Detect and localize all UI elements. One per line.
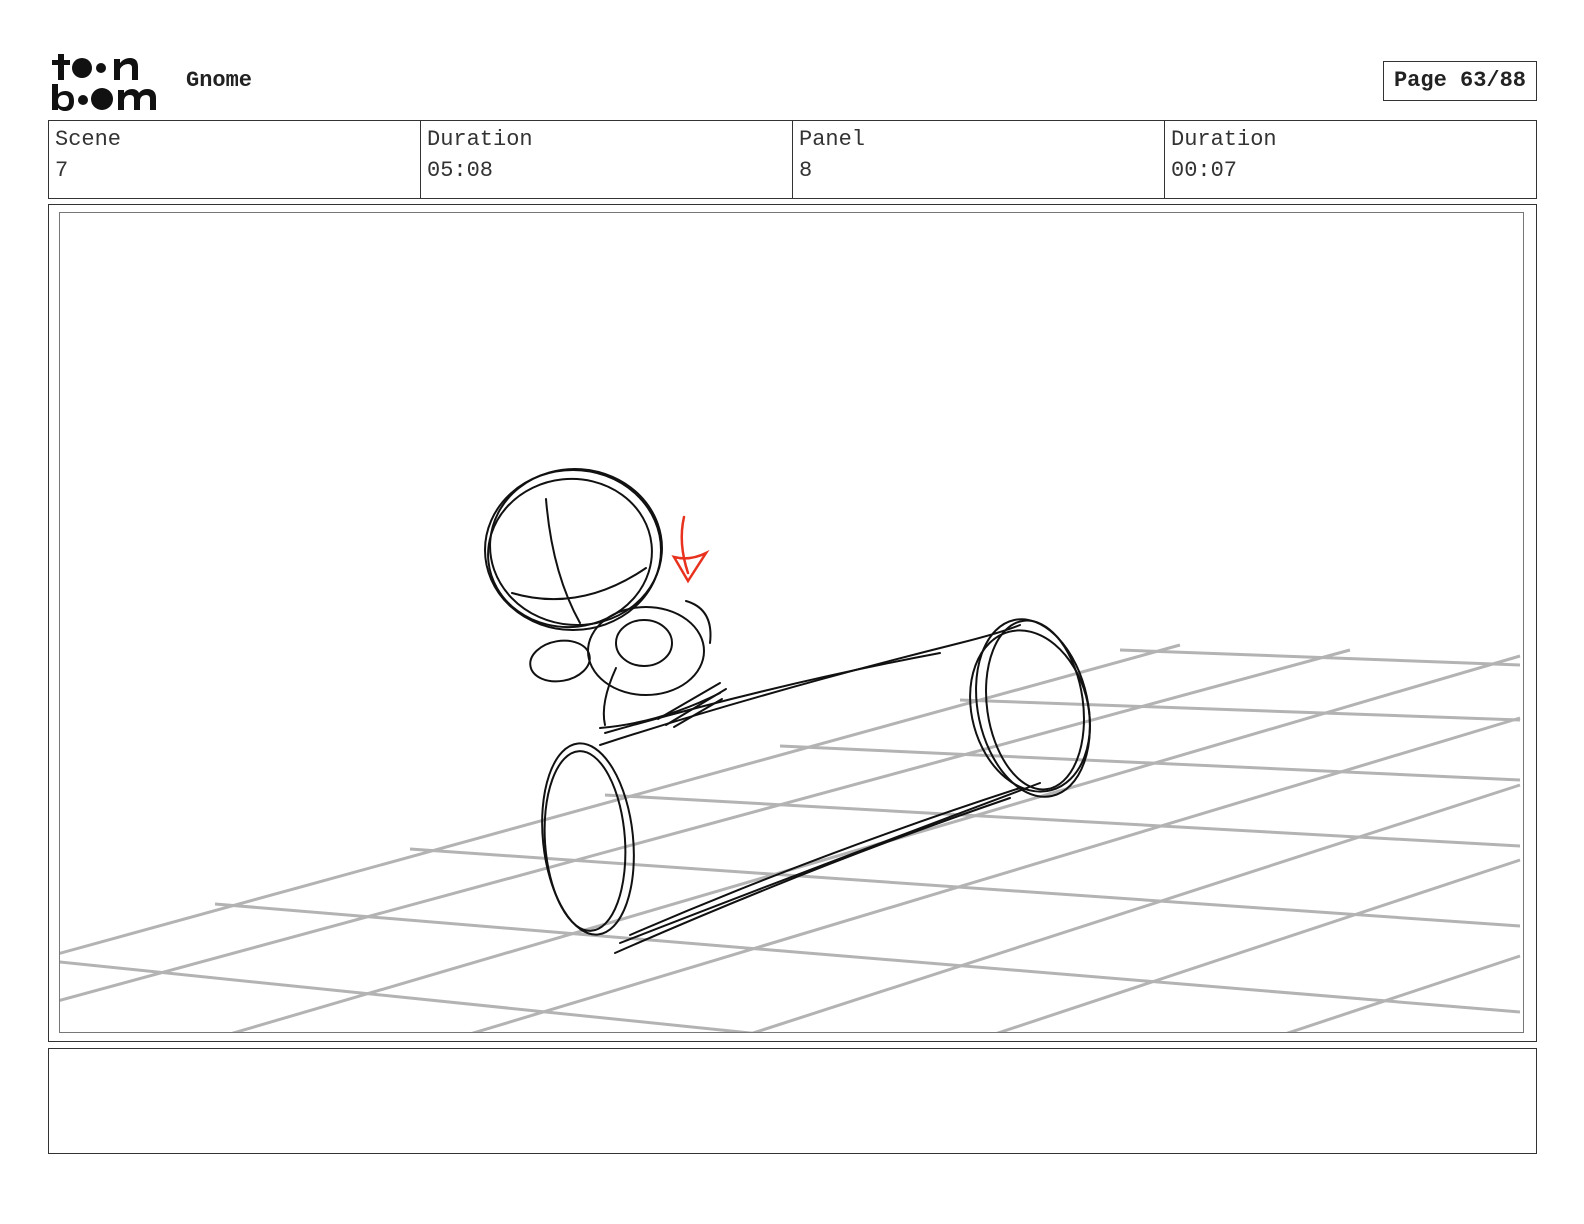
scene-duration-value: 05:08 bbox=[427, 158, 494, 183]
storyboard-panel-frame bbox=[48, 204, 1537, 1042]
scene-label: Scene bbox=[55, 127, 122, 152]
scene-info-table: Scene 7 Duration 05:08 Panel 8 Duration … bbox=[48, 120, 1537, 199]
scene-value: 7 bbox=[55, 158, 69, 183]
project-title: Gnome bbox=[186, 68, 253, 93]
panel-sketch bbox=[60, 467, 1521, 1032]
direction-arrow bbox=[671, 515, 710, 584]
panel-value: 8 bbox=[799, 158, 813, 183]
storyboard-panel bbox=[59, 212, 1524, 1033]
panel-label: Panel bbox=[799, 127, 866, 152]
panel-cell: Panel 8 bbox=[793, 121, 1165, 198]
toon-boom-logo bbox=[50, 50, 168, 112]
gnome-figure bbox=[484, 467, 1091, 954]
floor-grid bbox=[60, 643, 1521, 1032]
panel-duration-value: 00:07 bbox=[1171, 158, 1238, 183]
page-counter: Page 63/88 bbox=[1383, 61, 1537, 101]
scene-duration-label: Duration bbox=[427, 127, 533, 152]
panel-duration-label: Duration bbox=[1171, 127, 1277, 152]
panel-notes[interactable] bbox=[48, 1048, 1537, 1154]
scene-cell: Scene 7 bbox=[49, 121, 421, 198]
panel-duration-cell: Duration 00:07 bbox=[1165, 121, 1536, 198]
scene-duration-cell: Duration 05:08 bbox=[421, 121, 793, 198]
